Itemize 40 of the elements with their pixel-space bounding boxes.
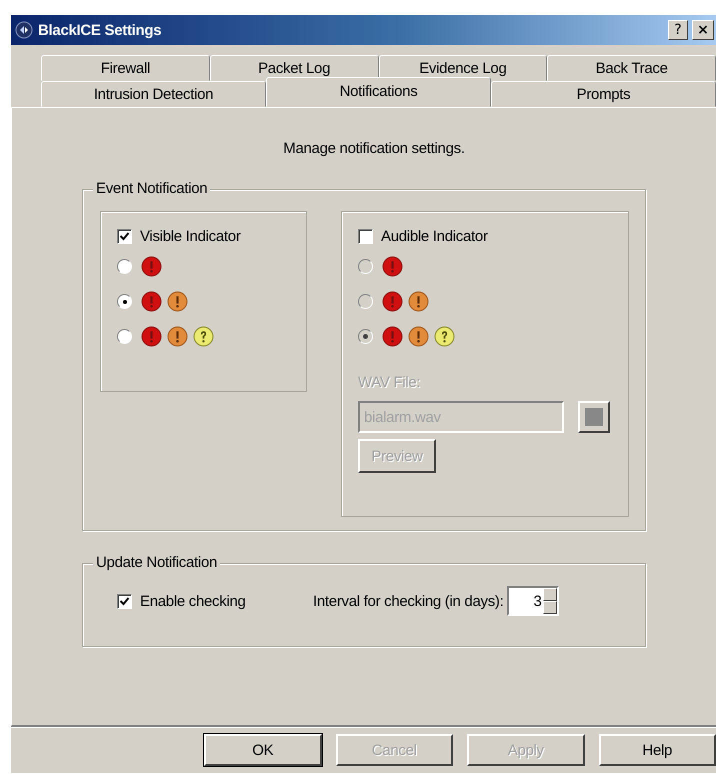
close-button[interactable]: × <box>692 20 714 40</box>
tab[interactable]: Intrusion Detection <box>41 81 266 107</box>
window-title: BlackICE Settings <box>38 22 162 38</box>
radio-button[interactable] <box>358 259 373 274</box>
tab[interactable]: Firewall <box>41 55 210 81</box>
checkbox[interactable] <box>117 228 132 244</box>
checkbox-label: Visible Indicator <box>140 228 241 244</box>
alert-icon <box>382 326 403 347</box>
radio-button[interactable] <box>358 329 373 344</box>
info-icon <box>193 326 214 347</box>
group-title: Update Notification <box>93 554 220 571</box>
tab[interactable]: Prompts <box>491 81 716 107</box>
warning-icon <box>167 326 188 347</box>
tab[interactable]: Notifications <box>266 77 491 107</box>
heading: Manage notification settings. <box>283 140 465 157</box>
warning-icon <box>167 291 188 312</box>
radio-button[interactable] <box>117 329 132 344</box>
radio-button[interactable] <box>358 294 373 309</box>
dialog-button[interactable]: Help <box>598 734 716 766</box>
browse-button[interactable] <box>578 401 610 433</box>
checkbox[interactable] <box>358 228 373 244</box>
checkbox[interactable] <box>117 594 132 608</box>
warning-icon <box>408 326 429 347</box>
app-icon <box>15 21 33 39</box>
checkbox-label: Audible Indicator <box>381 228 488 244</box>
field-label: Interval for checking (in days): <box>313 592 504 610</box>
help-button[interactable]: ? <box>668 20 688 40</box>
alert-icon <box>382 291 403 312</box>
warning-icon <box>408 291 429 312</box>
radio-button[interactable] <box>117 259 132 274</box>
dialog-button[interactable]: OK <box>204 734 322 766</box>
alert-icon <box>141 326 162 347</box>
spin-box[interactable]: 3 <box>507 586 560 616</box>
alert-icon <box>141 291 162 312</box>
checkbox-label: Enable checking <box>140 592 246 610</box>
alert-icon <box>141 256 162 277</box>
info-icon <box>434 326 455 347</box>
alert-icon <box>382 256 403 277</box>
radio-button[interactable] <box>117 294 132 309</box>
tab[interactable]: Back Trace <box>547 55 716 81</box>
